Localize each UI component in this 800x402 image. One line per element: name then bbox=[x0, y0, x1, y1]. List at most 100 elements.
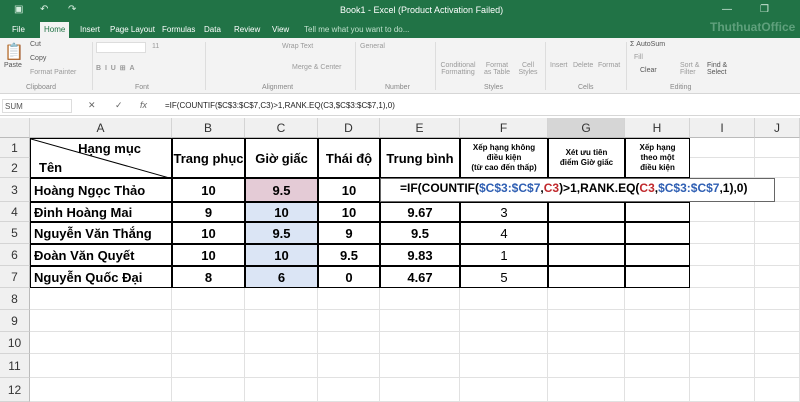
redo-icon[interactable]: ↷ bbox=[68, 4, 76, 15]
cell-xep-hang[interactable]: 4 bbox=[460, 222, 548, 244]
row-header-2[interactable]: 2 bbox=[0, 158, 30, 178]
find-select-button[interactable]: Find & Select bbox=[707, 62, 735, 76]
tab-file[interactable]: File bbox=[8, 24, 29, 35]
cell[interactable] bbox=[460, 288, 548, 310]
cell[interactable] bbox=[690, 310, 755, 332]
cell[interactable] bbox=[380, 288, 460, 310]
cell-gio-giac[interactable]: 10 bbox=[245, 202, 318, 222]
name-box[interactable]: SUM bbox=[2, 99, 72, 113]
cell[interactable] bbox=[172, 354, 245, 378]
cell[interactable] bbox=[172, 288, 245, 310]
format-as-table-button[interactable]: Format as Table bbox=[482, 62, 512, 76]
cell-gio-giac[interactable]: 9.5 bbox=[245, 178, 318, 202]
cell[interactable] bbox=[755, 378, 800, 402]
number-format-select[interactable]: General bbox=[360, 43, 385, 50]
header-cell-hang-muc[interactable]: Hạng mục Tên bbox=[30, 138, 173, 179]
copy-button[interactable]: Copy bbox=[30, 55, 46, 62]
cell-trung-binh[interactable]: 9.67 bbox=[380, 202, 460, 222]
row-header-10[interactable]: 10 bbox=[0, 332, 30, 354]
cell-xep-hang[interactable]: 3 bbox=[460, 202, 548, 222]
row-header-6[interactable]: 6 bbox=[0, 244, 30, 266]
cell-name[interactable]: Đinh Hoàng Mai bbox=[30, 202, 172, 222]
cell[interactable] bbox=[30, 378, 172, 402]
save-icon[interactable]: ▣ bbox=[14, 4, 23, 15]
row-header-4[interactable]: 4 bbox=[0, 202, 30, 222]
cell-uu-tien[interactable] bbox=[548, 244, 625, 266]
cell-gio-giac[interactable]: 10 bbox=[245, 244, 318, 266]
select-all-corner[interactable] bbox=[0, 118, 30, 138]
cell[interactable] bbox=[690, 138, 755, 158]
cell-xep-hang[interactable]: 1 bbox=[460, 244, 548, 266]
cell[interactable] bbox=[755, 332, 800, 354]
sort-filter-button[interactable]: Sort & Filter bbox=[680, 62, 706, 76]
cell[interactable] bbox=[690, 202, 755, 222]
cell[interactable] bbox=[30, 310, 172, 332]
cell-name[interactable]: Nguyễn Văn Thắng bbox=[30, 222, 172, 244]
row-header-1[interactable]: 1 bbox=[0, 138, 30, 158]
cell[interactable] bbox=[625, 310, 690, 332]
format-cells-button[interactable]: Format bbox=[598, 62, 620, 69]
cell[interactable] bbox=[625, 288, 690, 310]
row-header-7[interactable]: 7 bbox=[0, 266, 30, 288]
cell[interactable] bbox=[548, 332, 625, 354]
cell[interactable] bbox=[548, 354, 625, 378]
format-painter-button[interactable]: Format Painter bbox=[30, 69, 76, 76]
cell-gio-giac[interactable]: 6 bbox=[245, 266, 318, 288]
undo-icon[interactable]: ↶ bbox=[40, 4, 48, 15]
cell[interactable] bbox=[755, 138, 800, 158]
cell-styles-button[interactable]: Cell Styles bbox=[516, 62, 540, 76]
cell[interactable] bbox=[625, 354, 690, 378]
cell-trung-binh[interactable]: 9.83 bbox=[380, 244, 460, 266]
font-size-select[interactable]: 11 bbox=[152, 43, 159, 50]
cell[interactable] bbox=[690, 244, 755, 266]
cell-trung-binh[interactable]: 4.67 bbox=[380, 266, 460, 288]
cell-trang-phuc[interactable]: 8 bbox=[172, 266, 245, 288]
merge-center-button[interactable]: Merge & Center bbox=[292, 64, 341, 71]
cell[interactable] bbox=[30, 288, 172, 310]
cell[interactable] bbox=[460, 354, 548, 378]
cell-name[interactable]: Đoàn Văn Quyết bbox=[30, 244, 172, 266]
cell-xep-hang[interactable]: 5 bbox=[460, 266, 548, 288]
tab-insert[interactable]: Insert bbox=[76, 24, 104, 35]
cancel-icon[interactable]: ✕ bbox=[88, 100, 96, 111]
tab-page-layout[interactable]: Page Layout bbox=[106, 24, 159, 35]
font-name-select[interactable] bbox=[96, 42, 146, 53]
row-header-5[interactable]: 5 bbox=[0, 222, 30, 244]
cell-theo-dieu-kien[interactable] bbox=[625, 266, 690, 288]
tab-data[interactable]: Data bbox=[200, 24, 225, 35]
cell[interactable] bbox=[755, 158, 800, 178]
cell-trang-phuc[interactable]: 9 bbox=[172, 202, 245, 222]
cell-theo-dieu-kien[interactable] bbox=[625, 202, 690, 222]
column-header-i[interactable]: I bbox=[690, 118, 755, 138]
column-header-b[interactable]: B bbox=[172, 118, 245, 138]
column-header-c[interactable]: C bbox=[245, 118, 318, 138]
cell[interactable] bbox=[690, 378, 755, 402]
cell[interactable] bbox=[690, 222, 755, 244]
cell[interactable] bbox=[30, 332, 172, 354]
cell[interactable] bbox=[690, 288, 755, 310]
tab-home[interactable]: Home bbox=[40, 22, 70, 38]
cell[interactable] bbox=[318, 354, 380, 378]
cell[interactable] bbox=[690, 354, 755, 378]
cell-trung-binh[interactable]: 9.5 bbox=[380, 222, 460, 244]
cell[interactable] bbox=[172, 332, 245, 354]
row-header-3[interactable]: 3 bbox=[0, 178, 30, 202]
cell[interactable] bbox=[172, 310, 245, 332]
cell-uu-tien[interactable] bbox=[548, 266, 625, 288]
cell[interactable] bbox=[245, 378, 318, 402]
column-header-d[interactable]: D bbox=[318, 118, 380, 138]
cell[interactable] bbox=[318, 288, 380, 310]
cell[interactable] bbox=[548, 378, 625, 402]
cell[interactable] bbox=[172, 378, 245, 402]
cell[interactable] bbox=[690, 266, 755, 288]
row-header-11[interactable]: 11 bbox=[0, 354, 30, 378]
cut-button[interactable]: Cut bbox=[30, 41, 41, 48]
cell[interactable] bbox=[380, 332, 460, 354]
cell[interactable] bbox=[380, 354, 460, 378]
cell-theo-dieu-kien[interactable] bbox=[625, 222, 690, 244]
cell-gio-giac[interactable]: 9.5 bbox=[245, 222, 318, 244]
column-header-g[interactable]: G bbox=[548, 118, 625, 138]
cell[interactable] bbox=[245, 332, 318, 354]
cell[interactable] bbox=[755, 310, 800, 332]
spreadsheet-grid[interactable]: A B C D E F G H I J 1 2 3 4 5 6 7 8 9 10 11 12 Hạng mục Tên Tran… bbox=[0, 118, 800, 402]
